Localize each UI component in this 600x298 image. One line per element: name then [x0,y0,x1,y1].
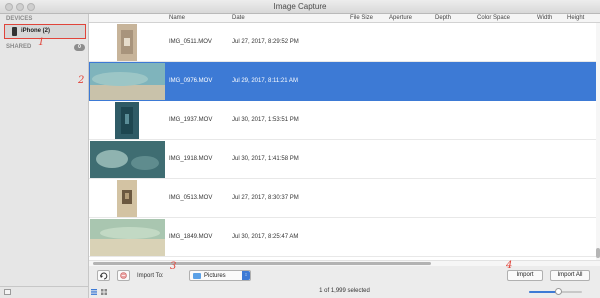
column-date[interactable]: Date [232,15,245,21]
selection-status: 1 of 1,999 selected [319,288,370,294]
file-name: IMG_1937.MOV [169,117,213,123]
chevron-updown-icon: ↕ [242,271,250,280]
file-date: Jul 27, 2017, 8:29:52 PM [232,39,299,45]
file-name: IMG_1849.MOV [169,234,213,240]
file-date: Jul 27, 2017, 8:30:37 PM [232,195,299,201]
column-height[interactable]: Height [567,15,584,21]
column-name[interactable]: Name [169,15,185,21]
status-bar: 1 of 1,999 selected [89,286,600,298]
file-name: IMG_1918.MOV [169,156,213,162]
import-destination-select[interactable]: Pictures ↕ [189,270,251,281]
file-name: IMG_0513.MOV [169,195,213,201]
video-thumbnail [117,24,137,61]
video-thumbnail [117,180,137,217]
column-file-size[interactable]: File Size [350,15,373,21]
file-list: IMG_0511.MOV Jul 27, 2017, 8:29:52 PM IM… [89,23,596,260]
delete-icon [120,272,127,279]
sidebar-item-iphone[interactable]: iPhone (2) [4,24,86,39]
import-to-label: Import To: [137,273,164,279]
annotation-2: 2 [78,75,85,86]
vertical-scroll-knob[interactable] [596,248,600,258]
annotation-3: 3 [170,261,177,272]
video-thumbnail [90,141,165,178]
column-depth[interactable]: Depth [435,15,451,21]
title-bar: Image Capture [0,0,600,14]
file-date: Jul 29, 2017, 8:11:21 AM [232,78,298,84]
shared-count-badge: 0 [74,44,85,51]
import-all-button[interactable]: Import All [550,270,590,281]
sidebar-footer [0,286,88,298]
file-date: Jul 30, 2017, 1:41:58 PM [232,156,299,162]
column-color-space[interactable]: Color Space [477,15,510,21]
file-date: Jul 30, 2017, 8:25:47 AM [232,234,299,240]
horizontal-scroll-knob[interactable] [93,262,431,265]
vertical-scrollbar[interactable] [596,23,600,260]
import-button[interactable]: Import [507,270,543,281]
zoom-slider[interactable] [529,288,582,295]
delete-button[interactable] [117,270,130,281]
devices-header: DEVICES [6,16,33,22]
file-row[interactable]: IMG_1918.MOV Jul 30, 2017, 1:41:58 PM [89,140,596,179]
folder-icon [193,273,201,279]
device-label: iPhone (2) [21,28,51,34]
file-date: Jul 30, 2017, 1:53:51 PM [232,117,299,123]
column-header-row: Name Date File Size Aperture Depth Color… [89,14,600,23]
sidebar: DEVICES iPhone (2) 1 SHARED 0 2 [0,14,89,298]
rotate-icon [100,272,108,280]
file-name: IMG_0976.MOV [169,78,213,84]
iphone-icon [12,27,17,36]
video-thumbnail [115,102,139,139]
column-width[interactable]: Width [537,15,552,21]
file-row[interactable]: IMG_1849.MOV Jul 30, 2017, 8:25:47 AM [89,218,596,257]
file-row[interactable]: IMG_1937.MOV Jul 30, 2017, 1:53:51 PM [89,101,596,140]
zoom-slider-fill [529,291,559,293]
file-row[interactable]: IMG_0511.MOV Jul 27, 2017, 8:29:52 PM [89,23,596,62]
rotate-button[interactable] [97,270,110,281]
import-destination-value: Pictures [204,273,226,279]
video-thumbnail [90,219,165,256]
import-toolbar: Import To: 3 Pictures ↕ 4 Import Import … [89,260,600,286]
window-title: Image Capture [273,2,327,11]
zoom-slider-knob[interactable] [554,288,562,295]
file-name: IMG_0511.MOV [169,39,212,45]
file-row[interactable]: IMG_0513.MOV Jul 27, 2017, 8:30:37 PM [89,179,596,218]
shared-header: SHARED [6,44,32,50]
add-icon[interactable] [4,289,11,295]
file-row-selected[interactable]: IMG_0976.MOV Jul 29, 2017, 8:11:21 AM [89,62,596,101]
column-aperture[interactable]: Aperture [389,15,412,21]
annotation-1: 1 [38,37,45,48]
video-thumbnail [90,63,165,100]
